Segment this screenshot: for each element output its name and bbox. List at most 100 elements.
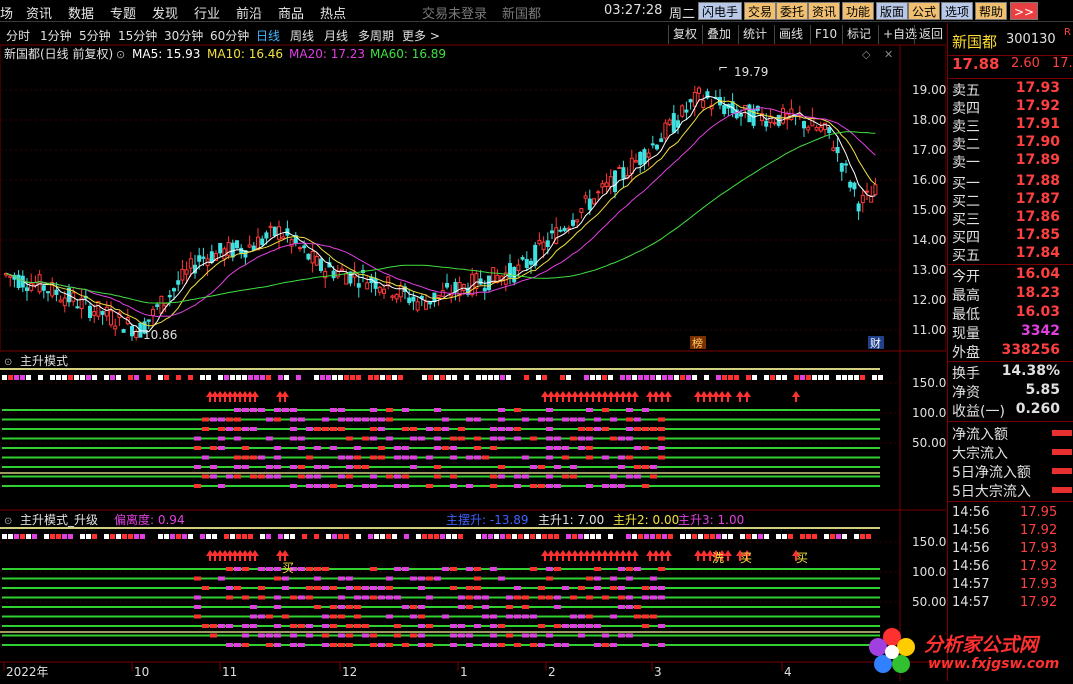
menu-item-topics[interactable]: 专题 <box>110 3 136 22</box>
period-more[interactable]: 更多 > <box>402 27 440 44</box>
trade-button[interactable]: 交易 <box>744 2 777 20</box>
flow-bar <box>1052 468 1072 474</box>
panel2-settings-icon[interactable]: ⊙ <box>4 516 12 527</box>
signal-stripe <box>656 375 661 380</box>
period-5min[interactable]: 5分钟 <box>79 27 111 44</box>
tick-price: 17.92 <box>1020 595 1058 610</box>
indicator-bar-segment <box>474 586 481 590</box>
signal-stripe <box>92 534 97 539</box>
chart-area[interactable]: 新国都(日线 前复权) ⊙ MA5: 15.93 MA10: 16.46 MA2… <box>0 45 946 681</box>
time-axis-label: 12 <box>342 665 357 679</box>
mark-button[interactable]: 标记 <box>842 25 875 44</box>
layout-button[interactable]: 版面 <box>876 2 909 20</box>
signal-stripe <box>746 375 751 380</box>
stat2-row-label: 净资 <box>952 385 980 401</box>
indicator-bar-segment <box>642 484 649 488</box>
menu-item-discover[interactable]: 发现 <box>152 3 178 22</box>
help-button[interactable]: 帮助 <box>975 2 1008 20</box>
main-rise2-label: 主升2: 0.00 <box>613 513 679 527</box>
indicator-bar-segment <box>498 624 505 628</box>
overlay-button[interactable]: 叠加 <box>702 25 735 44</box>
signal-stripe <box>134 375 139 380</box>
kline-chart-svg[interactable]: 新国都(日线 前复权) ⊙ MA5: 15.93 MA10: 16.46 MA2… <box>0 45 946 681</box>
tick-row: 14:56 17.92 <box>948 559 1073 577</box>
indicator-bar-segment <box>234 427 241 431</box>
indicator-bar-segment <box>474 595 481 600</box>
back-button[interactable]: 返回 <box>914 25 947 44</box>
indicator-bar-segment <box>658 624 665 628</box>
period-weekly[interactable]: 周线 <box>290 27 314 44</box>
indicator-bar-segment <box>218 436 225 441</box>
more-button[interactable]: >> <box>1010 2 1038 20</box>
login-status[interactable]: 交易未登录 <box>422 3 487 22</box>
indicator-bar-segment <box>650 576 657 581</box>
adjust-button[interactable]: 复权 <box>668 25 701 44</box>
draw-button[interactable]: 画线 <box>774 25 807 44</box>
signal-stripe <box>488 534 493 539</box>
f10-button[interactable]: F10 <box>810 25 841 44</box>
function-button[interactable]: 功能 <box>842 2 875 20</box>
close-icon[interactable]: ✕ <box>884 48 893 61</box>
signal-stripe <box>356 375 361 380</box>
signal-stripe <box>170 375 175 380</box>
indicator-bar-segment <box>602 633 609 638</box>
indicator-bar-segment <box>554 605 561 609</box>
indicator-bar-segment <box>250 455 257 460</box>
candle-body <box>571 219 575 226</box>
signal-stripe <box>386 534 391 539</box>
flash-trade-button[interactable]: 闪电手 <box>698 2 743 20</box>
panel1-settings-icon[interactable]: ⊙ <box>4 357 12 368</box>
indicator-bar-segment <box>266 474 273 479</box>
signal-stripe <box>542 534 547 539</box>
period-intraday[interactable]: 分时 <box>6 27 30 44</box>
indicator-bar-segment <box>250 408 257 412</box>
indicator-bar-segment <box>210 417 217 422</box>
ma-toggle-icon[interactable]: ⊙ <box>116 48 125 61</box>
menu-item-commodity[interactable]: 商品 <box>278 3 304 22</box>
signal-stripe <box>410 375 415 380</box>
order-button[interactable]: 委托 <box>776 2 809 20</box>
period-monthly[interactable]: 月线 <box>324 27 348 44</box>
period-15min[interactable]: 15分钟 <box>118 27 157 44</box>
signal-stripe <box>578 534 583 539</box>
stats-button[interactable]: 统计 <box>738 25 771 44</box>
period-multi[interactable]: 多周期 <box>358 27 394 44</box>
ask-row-value: 17.92 <box>1015 98 1060 114</box>
indicator-bar-segment <box>338 417 345 422</box>
period-1min[interactable]: 1分钟 <box>40 27 72 44</box>
signal-stripe <box>608 534 613 539</box>
menu-item-0[interactable]: 场 <box>0 3 13 22</box>
indicator-bar-segment <box>450 484 457 488</box>
menu-item-data[interactable]: 数据 <box>68 3 94 22</box>
rank-badge[interactable]: 榜 <box>692 336 703 350</box>
menu-item-industry[interactable]: 行业 <box>194 3 220 22</box>
candle-body <box>604 182 609 187</box>
settings-icon[interactable]: ◇ <box>862 48 871 61</box>
candle-body <box>869 195 874 203</box>
signal-stripe <box>428 534 433 539</box>
menu-item-news[interactable]: 资讯 <box>26 3 52 22</box>
news-button[interactable]: 资讯 <box>808 2 841 20</box>
period-60min[interactable]: 60分钟 <box>210 27 249 44</box>
formula-button[interactable]: 公式 <box>908 2 941 20</box>
signal-stripe <box>104 375 109 380</box>
indicator-bar-segment <box>482 605 489 609</box>
indicator-bar-segment <box>378 417 385 422</box>
signal-stripe <box>380 534 385 539</box>
indicator-bar-segment <box>346 576 353 581</box>
indicator-bar-segment <box>610 586 617 590</box>
menu-item-hotspot[interactable]: 热点 <box>320 3 346 22</box>
signal-stripe <box>266 375 271 380</box>
indicator-bar-segment <box>306 455 313 460</box>
indicator-bar-segment <box>346 417 353 422</box>
bid-row: 买一 17.88 <box>948 173 1073 192</box>
menu-item-frontier[interactable]: 前沿 <box>236 3 262 22</box>
period-daily[interactable]: 日线 <box>256 27 280 44</box>
flow-row: 净流入额 <box>948 424 1073 443</box>
indicator-bar-segment <box>322 586 329 590</box>
indicator-bar-segment <box>546 446 553 450</box>
options-button[interactable]: 选项 <box>941 2 974 20</box>
period-30min[interactable]: 30分钟 <box>164 27 203 44</box>
finance-badge[interactable]: 财 <box>870 336 881 350</box>
indicator-bar-segment <box>546 576 553 581</box>
